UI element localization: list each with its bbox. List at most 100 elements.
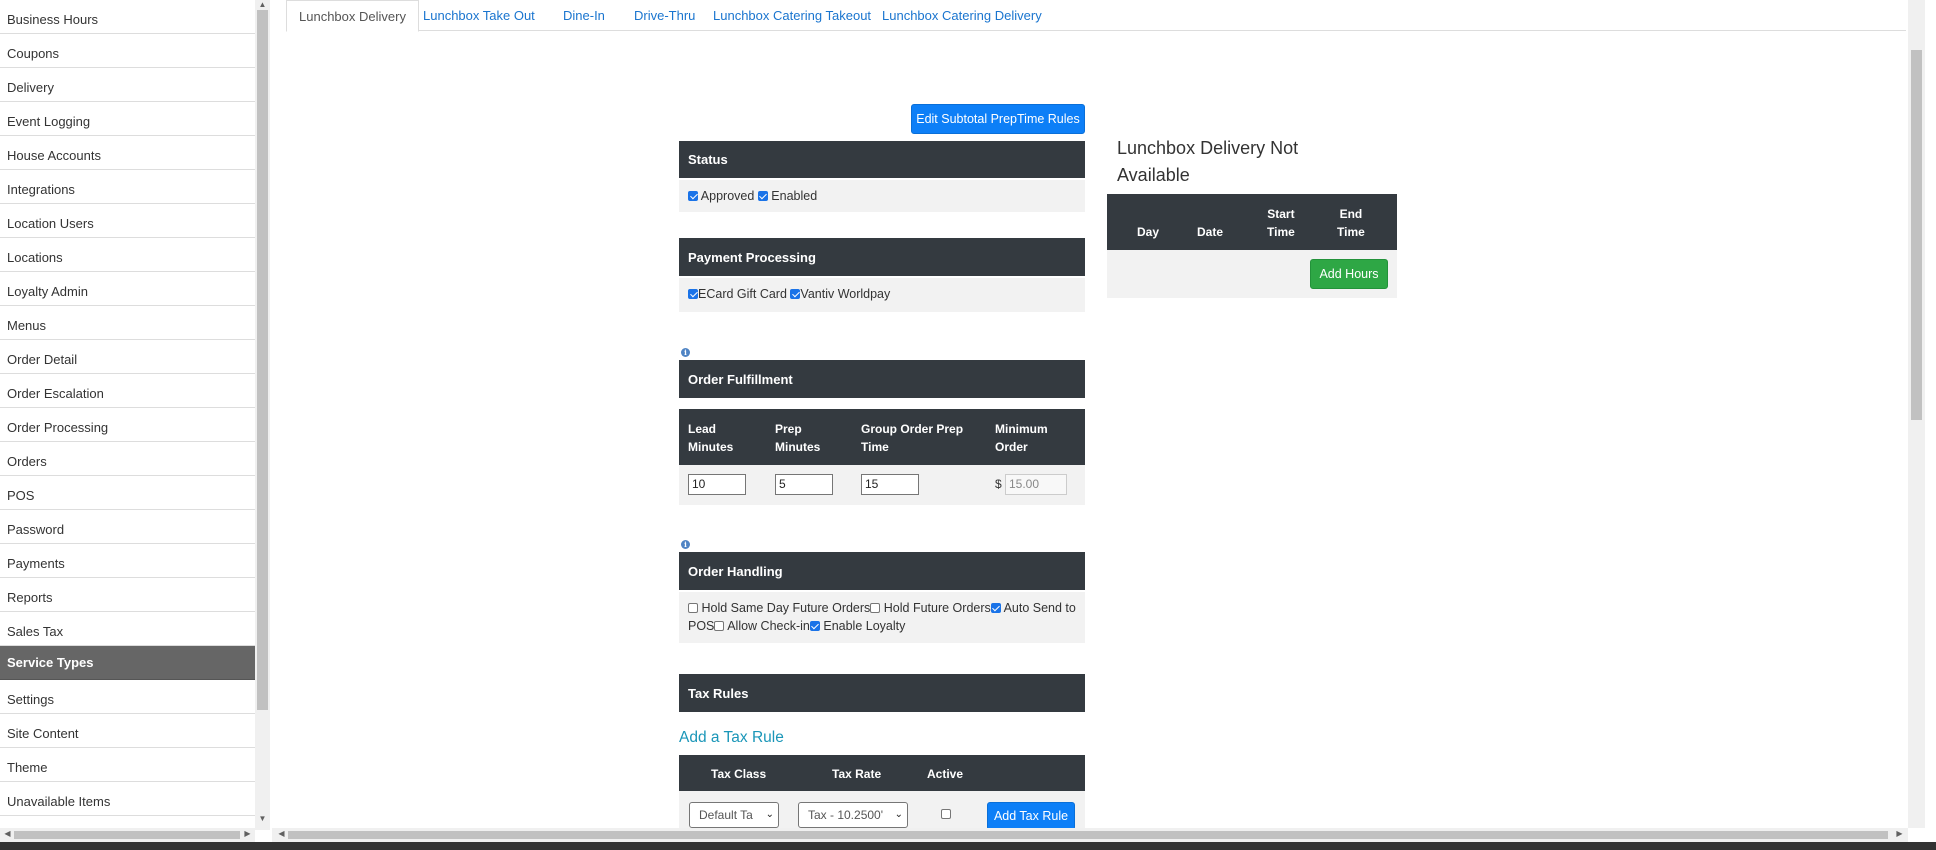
sidebar-item-sales-tax[interactable]: Sales Tax xyxy=(0,612,255,646)
unavailable-table-body: Add Hours xyxy=(1107,250,1397,298)
vantiv-worldpay-checkbox[interactable] xyxy=(790,289,801,299)
sidebar-item-password[interactable]: Password xyxy=(0,510,255,544)
minimum-order-header: Minimum Order xyxy=(995,422,1048,454)
sidebar-hscroll-thumb[interactable] xyxy=(14,831,240,839)
tab-lunchbox-catering-takeout[interactable]: Lunchbox Catering Takeout xyxy=(713,0,871,32)
sidebar-item-payments[interactable]: Payments xyxy=(0,544,255,578)
tab-drive-thru[interactable]: Drive-Thru xyxy=(634,0,695,32)
enable-loyalty-label: Enable Loyalty xyxy=(823,619,906,633)
main-content: Lunchbox Delivery Lunchbox Take Out Dine… xyxy=(272,0,1908,828)
sidebar-item-business-hours[interactable]: Business Hours xyxy=(0,0,255,34)
sidebar-item-theme[interactable]: Theme xyxy=(0,748,255,782)
sidebar-item-site-content[interactable]: Site Content xyxy=(0,714,255,748)
sidebar-item-order-escalation[interactable]: Order Escalation xyxy=(0,374,255,408)
scroll-right-arrow-icon[interactable]: ▶ xyxy=(240,829,255,838)
window-bottom-edge xyxy=(0,842,1936,850)
unavailable-title-line-1: Lunchbox Delivery Not xyxy=(1117,138,1299,158)
status-body: Approved Enabled xyxy=(679,180,1085,212)
start-time-header: Start Time xyxy=(1267,207,1295,239)
sidebar-item-service-types[interactable]: Service Types xyxy=(0,646,255,680)
ecard-gift-card-checkbox[interactable] xyxy=(688,289,698,299)
sidebar-nav: Business Hours Coupons Delivery Event Loggi… xyxy=(0,0,255,830)
sidebar-item-order-processing[interactable]: Order Processing xyxy=(0,408,255,442)
vantiv-worldpay-label: Vantiv Worldpay xyxy=(800,287,891,301)
sidebar-item-coupons[interactable]: Coupons xyxy=(0,34,255,68)
hold-future-orders-checkbox[interactable] xyxy=(870,603,881,613)
sidebar-list: Business Hours Coupons Delivery Event Loggi… xyxy=(0,0,255,816)
tax-table-row: Default Ta ⌄ Tax - 10.2500' ⌄ Add Tax Ru… xyxy=(679,791,1085,828)
scroll-down-arrow-icon[interactable]: ▼ xyxy=(255,814,270,823)
unavailable-title-line-2: Available xyxy=(1117,165,1190,185)
approved-checkbox[interactable] xyxy=(688,191,698,201)
sidebar-horizontal-scrollbar[interactable]: ◀ ▶ xyxy=(0,828,255,842)
tab-lunchbox-take-out[interactable]: Lunchbox Take Out xyxy=(423,0,535,32)
prep-minutes-header: Prep Minutes xyxy=(775,422,821,454)
sidebar-item-reports[interactable]: Reports xyxy=(0,578,255,612)
allow-check-in-label: Allow Check-in xyxy=(727,619,810,633)
sidebar-item-unavailable-items[interactable]: Unavailable Items xyxy=(0,782,255,816)
approved-label: Approved xyxy=(700,189,755,203)
sidebar-scroll-thumb[interactable] xyxy=(257,10,268,710)
scroll-left-arrow-icon[interactable]: ◀ xyxy=(0,829,15,838)
tax-class-select[interactable]: Default Ta ⌄ xyxy=(689,802,779,828)
scroll-left-arrow-icon[interactable]: ◀ xyxy=(274,829,289,838)
tab-dine-in[interactable]: Dine-In xyxy=(563,0,605,32)
sidebar-item-orders[interactable]: Orders xyxy=(0,442,255,476)
sidebar-item-location-users[interactable]: Location Users xyxy=(0,204,255,238)
sidebar-item-event-logging[interactable]: Event Logging xyxy=(0,102,255,136)
tab-lunchbox-delivery[interactable]: Lunchbox Delivery xyxy=(286,0,419,32)
add-tax-rule-button[interactable]: Add Tax Rule xyxy=(987,802,1075,828)
tax-class-value: Default Ta xyxy=(699,808,753,822)
sidebar-item-integrations[interactable]: Integrations xyxy=(0,170,255,204)
sidebar-vertical-scrollbar[interactable]: ▲ ▼ xyxy=(255,0,270,830)
lead-minutes-header: Lead Minutes xyxy=(688,422,734,454)
sidebar-item-order-detail[interactable]: Order Detail xyxy=(0,340,255,374)
payment-processing-header: Payment Processing xyxy=(679,238,1085,276)
sidebar-item-settings[interactable]: Settings xyxy=(0,680,255,714)
unavailable-title: Lunchbox Delivery Not Available xyxy=(1117,135,1298,189)
scroll-right-arrow-icon[interactable]: ▶ xyxy=(1892,829,1907,838)
auto-send-to-pos-checkbox[interactable] xyxy=(990,603,1001,613)
sidebar-item-loyalty-admin[interactable]: Loyalty Admin xyxy=(0,272,255,306)
lead-minutes-input[interactable]: 10 xyxy=(688,474,746,495)
enable-loyalty-checkbox[interactable] xyxy=(809,621,820,631)
main-vertical-scrollbar[interactable] xyxy=(1908,0,1925,828)
sidebar-item-menus[interactable]: Menus xyxy=(0,306,255,340)
main-scroll-thumb[interactable] xyxy=(1911,50,1922,420)
order-handling-body: Hold Same Day Future Orders Hold Future … xyxy=(679,592,1085,643)
edit-subtotal-preptime-rules-button[interactable]: Edit Subtotal PrepTime Rules xyxy=(911,104,1085,134)
order-fulfillment-header: Order Fulfillment xyxy=(679,360,1085,398)
payment-processing-body: ECard Gift Card Vantiv Worldpay xyxy=(679,278,1085,312)
prep-minutes-input[interactable]: 5 xyxy=(775,474,833,495)
scroll-up-arrow-icon[interactable]: ▲ xyxy=(255,0,270,9)
status-header: Status xyxy=(679,141,1085,178)
enabled-checkbox[interactable] xyxy=(757,191,768,201)
sidebar-item-locations[interactable]: Locations xyxy=(0,238,255,272)
add-hours-button[interactable]: Add Hours xyxy=(1310,259,1388,289)
active-header: Active xyxy=(927,767,964,781)
ecard-gift-card-label: ECard Gift Card xyxy=(698,287,787,301)
currency-symbol: $ xyxy=(995,477,1002,491)
tax-table-header: Tax Class Tax Rate Active xyxy=(679,755,1085,791)
sidebar-item-pos[interactable]: POS xyxy=(0,476,255,510)
tax-class-header: Tax Class xyxy=(711,767,767,781)
main-hscroll-thumb[interactable] xyxy=(288,831,1888,839)
group-order-prep-time-input[interactable]: 15 xyxy=(861,474,919,495)
group-order-prep-time-header: Group Order Prep Time xyxy=(861,422,964,454)
minimum-order-input[interactable]: 15.00 xyxy=(1005,474,1067,495)
chevron-down-icon: ⌄ xyxy=(763,803,774,827)
add-tax-rule-link[interactable]: Add a Tax Rule xyxy=(679,729,784,747)
tab-lunchbox-catering-delivery[interactable]: Lunchbox Catering Delivery xyxy=(882,0,1042,32)
enabled-label: Enabled xyxy=(771,189,818,203)
tax-active-checkbox[interactable] xyxy=(941,809,951,819)
tax-rate-select[interactable]: Tax - 10.2500' ⌄ xyxy=(798,802,908,828)
fulfillment-info-icon[interactable]: i xyxy=(681,348,690,357)
hold-same-day-future-orders-checkbox[interactable] xyxy=(688,603,698,613)
hold-future-label: Hold Future Orders xyxy=(883,601,991,615)
handling-info-icon[interactable]: i xyxy=(681,540,690,549)
sidebar-item-house-accounts[interactable]: House Accounts xyxy=(0,136,255,170)
allow-check-in-checkbox[interactable] xyxy=(714,621,725,631)
fulfillment-table-header: Lead Minutes Prep Minutes Group Order Pr… xyxy=(679,409,1085,465)
sidebar-item-delivery[interactable]: Delivery xyxy=(0,68,255,102)
main-horizontal-scrollbar[interactable]: ◀ ▶ xyxy=(272,828,1908,842)
